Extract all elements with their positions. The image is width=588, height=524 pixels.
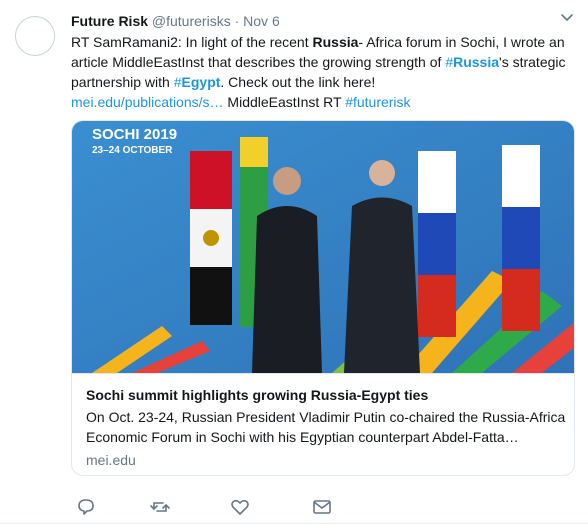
- avatar[interactable]: [15, 16, 55, 56]
- user-handle[interactable]: @futurerisks: [152, 13, 231, 29]
- tweet-header: Future Risk @futurerisks · Nov 6: [71, 12, 280, 30]
- text-segment: RT SamRamani2: In light of the recent: [71, 34, 313, 50]
- reply-icon[interactable]: [75, 496, 97, 518]
- hashtag-link[interactable]: Egypt: [182, 74, 221, 90]
- card-title[interactable]: Sochi summit highlights growing Russia-E…: [86, 386, 428, 404]
- text-segment: . Check out the link here!: [220, 74, 376, 90]
- display-name[interactable]: Future Risk: [71, 13, 148, 29]
- link-card[interactable]: SOCHI 2019 23–24 OCTOBER Sochi summit hi…: [71, 120, 575, 476]
- timestamp[interactable]: Nov 6: [243, 13, 280, 29]
- chevron-down-icon[interactable]: [560, 10, 574, 24]
- card-image-caption: SOCHI 2019: [92, 126, 177, 143]
- text-segment: MiddleEastInst RT: [223, 94, 346, 110]
- url-link[interactable]: mei.edu/publications/s…: [71, 94, 224, 110]
- card-image[interactable]: SOCHI 2019 23–24 OCTOBER: [72, 121, 575, 373]
- separator-dot: ·: [234, 13, 240, 29]
- tweet-text: RT SamRamani2: In light of the recent Ru…: [71, 32, 571, 112]
- hashtag-link[interactable]: #: [445, 54, 453, 70]
- card-domain: mei.edu: [86, 452, 136, 468]
- envelope-icon[interactable]: [311, 496, 333, 518]
- card-body[interactable]: Sochi summit highlights growing Russia-E…: [72, 373, 574, 475]
- text-highlight: Russia: [312, 34, 359, 50]
- card-description: On Oct. 23-24, Russian President Vladimi…: [86, 409, 566, 445]
- tweet[interactable]: Future Risk @futurerisks · Nov 6 RT SamR…: [0, 0, 588, 524]
- hashtag-link[interactable]: Russia: [453, 54, 499, 70]
- hashtag-link[interactable]: #futurerisk: [345, 94, 410, 110]
- tweet-actions: [71, 496, 471, 518]
- heart-icon[interactable]: [229, 496, 251, 518]
- retweet-icon[interactable]: [149, 496, 171, 518]
- hashtag-link[interactable]: #: [174, 74, 182, 90]
- card-image-dates: 23–24 OCTOBER: [92, 145, 173, 156]
